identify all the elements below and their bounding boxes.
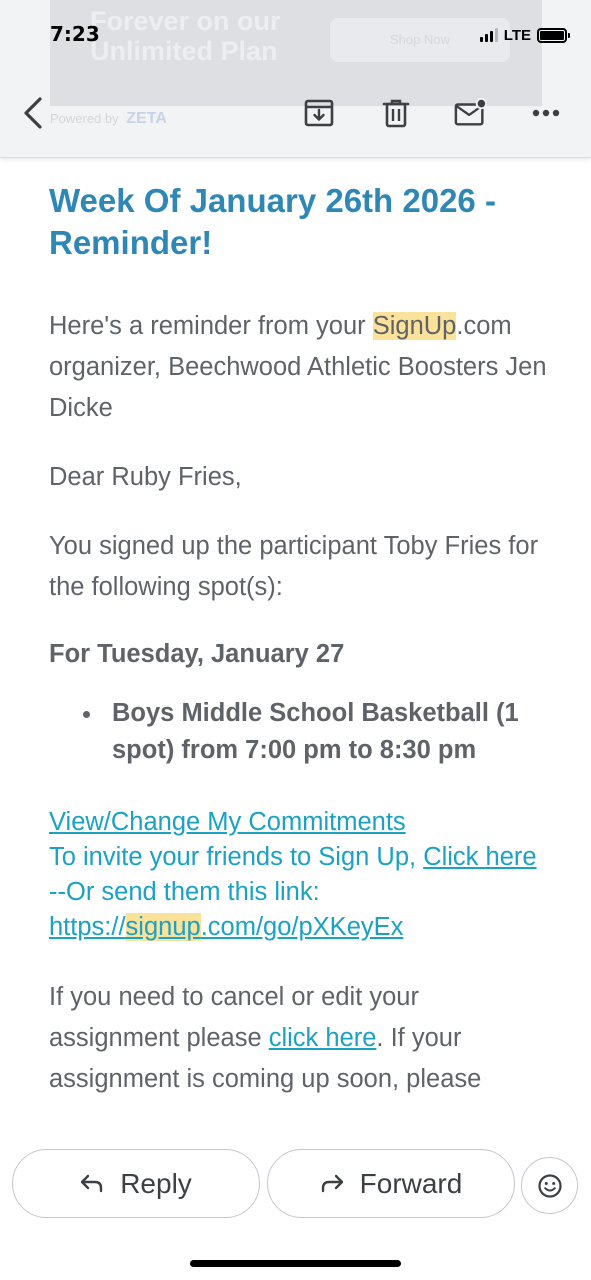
url-prefix: https:// (49, 913, 126, 941)
reply-button[interactable]: Reply (12, 1149, 260, 1218)
links-block: View/Change My Commitments To invite you… (49, 805, 549, 945)
reply-arrow-icon (80, 1168, 104, 1200)
cancel-click-here-link[interactable]: click here (269, 1024, 377, 1052)
forward-button[interactable]: Forward (267, 1149, 515, 1218)
ad-powered-by: Powered by ZETA (50, 110, 167, 128)
back-chevron-icon[interactable] (16, 96, 50, 130)
ad-banner[interactable]: Forever on our Unlimited Plan Shop Now (50, 0, 542, 106)
url-signup-highlight: signup (125, 913, 201, 941)
mark-unread-icon[interactable] (454, 96, 488, 130)
emoji-reaction-button[interactable] (521, 1157, 578, 1214)
email-body: Week Of January 26th 2026 - Reminder! He… (49, 180, 549, 1128)
view-change-commitments-link[interactable]: View/Change My Commitments (49, 808, 406, 836)
ad-headline: Forever on our Unlimited Plan (90, 6, 281, 66)
more-icon[interactable] (529, 96, 563, 130)
signup-highlight: SignUp (372, 312, 457, 340)
email-header-bar: Forever on our Unlimited Plan Shop Now P… (0, 0, 591, 158)
signal-strength-icon (479, 28, 498, 42)
ad-powered-label: Powered by (50, 111, 119, 126)
intro-paragraph: Here's a reminder from your SignUp.com o… (49, 306, 549, 429)
date-heading: For Tuesday, January 27 (49, 640, 345, 668)
battery-level (540, 30, 564, 40)
url-suffix: .com/go/pXKeyEx (200, 913, 404, 941)
intro-text-before: Here's a reminder from your (49, 312, 373, 340)
status-time: 7:23 (50, 22, 100, 46)
signed-up-paragraph: You signed up the participant Toby Fries… (49, 532, 539, 601)
email-subject: Week Of January 26th 2026 - Reminder! (49, 182, 496, 261)
ad-brand-logo: ZETA (126, 110, 167, 127)
battery-icon (537, 27, 570, 43)
trash-icon[interactable] (379, 96, 413, 130)
invite-click-here-link[interactable]: Click here (423, 843, 536, 871)
signup-share-link[interactable]: https://signup.com/go/pXKeyEx (49, 913, 403, 941)
network-type: LTE (503, 26, 531, 44)
bottom-action-bar: Reply Forward (0, 1133, 591, 1280)
reply-label: Reply (120, 1167, 192, 1199)
forward-arrow-icon (320, 1168, 344, 1200)
smiley-icon (537, 1173, 562, 1198)
or-send-text: --Or send them this link: (49, 878, 320, 906)
list-item: Boys Middle School Basketball (1 spot) f… (83, 695, 549, 769)
forward-label: Forward (359, 1167, 463, 1199)
spot-list: Boys Middle School Basketball (1 spot) f… (83, 695, 549, 769)
greeting: Dear Ruby Fries, (49, 463, 242, 491)
status-indicators: LTE (479, 24, 570, 46)
home-indicator[interactable] (190, 1260, 401, 1267)
invite-text: To invite your friends to Sign Up, (49, 843, 424, 871)
cancel-paragraph: If you need to cancel or edit your assig… (49, 977, 549, 1100)
archive-icon[interactable] (302, 96, 336, 130)
